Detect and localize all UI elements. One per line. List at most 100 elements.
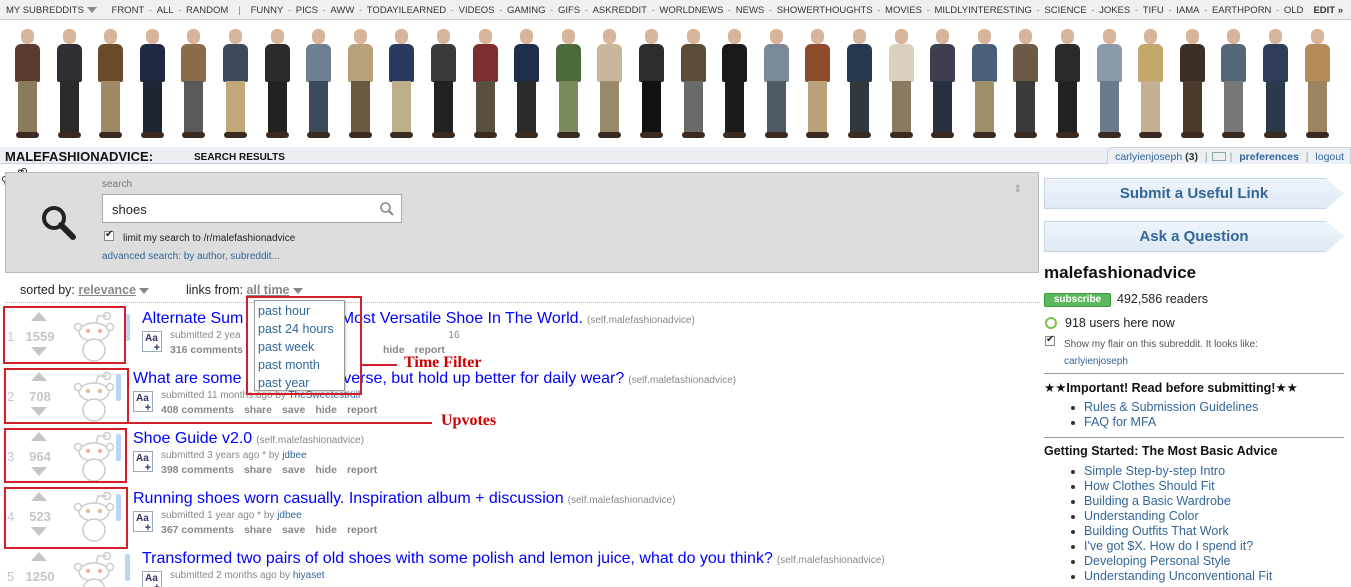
save-button[interactable]: save <box>282 404 305 416</box>
hide-button[interactable]: hide <box>383 344 405 356</box>
preferences-link[interactable]: preferences <box>1239 151 1299 163</box>
share-button[interactable]: share <box>244 524 272 536</box>
sidebar-link-getting-started[interactable]: Building a Basic Wardrobe <box>1084 494 1231 508</box>
bullet-icon <box>1071 575 1075 579</box>
sidebar-link-getting-started[interactable]: Building Outfits That Work <box>1084 524 1229 538</box>
link-flair-icon[interactable]: Aa <box>133 451 153 474</box>
nav-subreddit-tifu[interactable]: TIFU <box>1143 5 1164 16</box>
nav-subreddit-funny[interactable]: FUNNY <box>251 5 284 16</box>
ask-question-button[interactable]: Ask a Question <box>1044 221 1344 252</box>
restrict-sr-checkbox[interactable] <box>104 229 114 241</box>
subscribe-button[interactable]: subscribe <box>1044 293 1111 307</box>
post-domain[interactable]: (self.malefashionadvice) <box>568 495 676 506</box>
report-button[interactable]: report <box>347 404 377 416</box>
search-box[interactable] <box>102 194 402 223</box>
sidebar-subreddit-title[interactable]: malefashionadvice <box>1044 263 1196 283</box>
time-option-year[interactable]: past year <box>255 374 344 392</box>
post-author[interactable]: hiyaset <box>293 570 325 581</box>
nav-front[interactable]: FRONT <box>112 5 145 16</box>
upvote-arrow-icon[interactable] <box>31 552 47 561</box>
sidebar-link-faq[interactable]: FAQ for MFA <box>1084 415 1156 429</box>
post-domain[interactable]: (self.malefashionadvice) <box>628 375 736 386</box>
username-link[interactable]: carlyienjoseph <box>1115 151 1182 163</box>
share-button[interactable]: share <box>244 464 272 476</box>
post-domain[interactable]: (self.malefashionadvice) <box>587 315 695 326</box>
comments-link[interactable]: 367 comments <box>161 524 234 536</box>
nav-subreddit-science[interactable]: SCIENCE <box>1044 5 1086 16</box>
sidebar-link-rules[interactable]: Rules & Submission Guidelines <box>1084 400 1258 414</box>
time-option-week[interactable]: past week <box>255 338 344 356</box>
expand-collapse-icon[interactable]: ⇕ <box>1014 184 1022 195</box>
search-input[interactable] <box>112 202 362 217</box>
nav-subreddit-gaming[interactable]: GAMING <box>507 5 546 16</box>
time-filter-dropdown[interactable]: all time <box>246 283 289 297</box>
time-option-hour[interactable]: past hour <box>255 302 344 320</box>
nav-subreddit-movies[interactable]: MOVIES <box>885 5 922 16</box>
share-button[interactable]: share <box>244 404 272 416</box>
advanced-search-link[interactable]: advanced search: by author, subreddit... <box>102 251 280 262</box>
nav-random[interactable]: RANDOM <box>186 5 228 16</box>
post-author[interactable]: jdbee <box>282 450 306 461</box>
hide-button[interactable]: hide <box>315 524 337 536</box>
save-button[interactable]: save <box>282 524 305 536</box>
save-button[interactable]: save <box>282 464 305 476</box>
nav-subreddit-earthporn[interactable]: EARTHPORN <box>1212 5 1271 16</box>
report-button[interactable]: report <box>347 524 377 536</box>
post-domain[interactable]: (self.malefashionadvice) <box>256 435 364 446</box>
sidebar-link-getting-started[interactable]: Simple Step-by-step Intro <box>1084 464 1225 478</box>
nav-subreddit-mildlyinteresting[interactable]: MILDLYINTERESTING <box>934 5 1031 16</box>
search-icon[interactable] <box>379 201 395 217</box>
nav-subreddit-askreddit[interactable]: ASKREDDIT <box>593 5 647 16</box>
nav-all[interactable]: ALL <box>157 5 174 16</box>
chevron-down-icon[interactable] <box>292 287 303 294</box>
nav-subreddit-pics[interactable]: PICS <box>296 5 318 16</box>
nav-subreddit-todayilearned[interactable]: TODAYILEARNED <box>367 5 446 16</box>
link-flair-icon[interactable]: Aa <box>142 331 162 354</box>
sidebar-link-getting-started[interactable]: How Clothes Should Fit <box>1084 479 1215 493</box>
hide-button[interactable]: hide <box>315 404 337 416</box>
post-title-link[interactable]: Running shoes worn casually. Inspiration… <box>133 490 564 507</box>
post-title-link[interactable]: Shoe Guide v2.0 <box>133 430 252 447</box>
sidebar-link-getting-started[interactable]: I've got $X. How do I spend it? <box>1084 539 1253 553</box>
comments-link[interactable]: 398 comments <box>161 464 234 476</box>
sidebar-link-getting-started[interactable]: Understanding Color <box>1084 509 1199 523</box>
sort-dropdown[interactable]: relevance <box>78 283 136 297</box>
nav-subreddit-worldnews[interactable]: WORLDNEWS <box>659 5 723 16</box>
post-domain[interactable]: (self.malefashionadvice) <box>777 555 885 566</box>
my-subreddits-menu[interactable]: MY SUBREDDITS <box>6 5 84 16</box>
nav-subreddit-gifs[interactable]: GIFS <box>558 5 580 16</box>
hide-button[interactable]: hide <box>315 464 337 476</box>
show-flair-checkbox[interactable] <box>1045 334 1055 346</box>
post-score: 1250 <box>25 569 55 584</box>
report-button[interactable]: report <box>347 464 377 476</box>
mail-icon[interactable] <box>1211 152 1226 161</box>
nav-subreddit-jokes[interactable]: JOKES <box>1099 5 1130 16</box>
subreddit-name[interactable]: MALEFASHIONADVICE: <box>5 149 153 164</box>
submit-link-button[interactable]: Submit a Useful Link <box>1044 178 1344 209</box>
post-title-link[interactable]: Alternate Sum <box>142 310 243 327</box>
post-thumbnail-icon[interactable] <box>65 550 123 587</box>
logout-link[interactable]: logout <box>1315 151 1344 163</box>
comments-link[interactable]: 408 comments <box>161 404 234 416</box>
fashion-figure-image <box>428 29 458 143</box>
link-flair-icon[interactable]: Aa <box>142 571 162 587</box>
nav-subreddit-showerthoughts[interactable]: SHOWERTHOUGHTS <box>777 5 873 16</box>
nav-subreddit-iama[interactable]: IAMA <box>1176 5 1199 16</box>
time-option-day[interactable]: past 24 hours <box>255 320 344 338</box>
link-flair-icon[interactable]: Aa <box>133 391 153 414</box>
sidebar-link-getting-started[interactable]: Understanding Unconventional Fit <box>1084 569 1272 583</box>
edit-subscriptions-button[interactable]: EDIT » <box>1303 0 1351 19</box>
chevron-down-icon[interactable] <box>139 287 150 294</box>
post-title-link[interactable]: What are some <box>133 370 241 387</box>
chevron-down-icon[interactable] <box>86 7 97 14</box>
comments-link[interactable]: 316 comments <box>170 344 243 356</box>
nav-subreddit-aww[interactable]: AWW <box>330 5 354 16</box>
post-title-link[interactable]: Transformed two pairs of old shoes with … <box>142 550 773 567</box>
flair-preview-user[interactable]: carlyienjoseph <box>1064 356 1128 367</box>
post-author[interactable]: jdbee <box>277 510 301 521</box>
link-flair-icon[interactable]: Aa <box>133 511 153 534</box>
nav-subreddit-videos[interactable]: VIDEOS <box>459 5 495 16</box>
sidebar-link-getting-started[interactable]: Developing Personal Style <box>1084 554 1231 568</box>
time-option-month[interactable]: past month <box>255 356 344 374</box>
nav-subreddit-news[interactable]: NEWS <box>736 5 765 16</box>
